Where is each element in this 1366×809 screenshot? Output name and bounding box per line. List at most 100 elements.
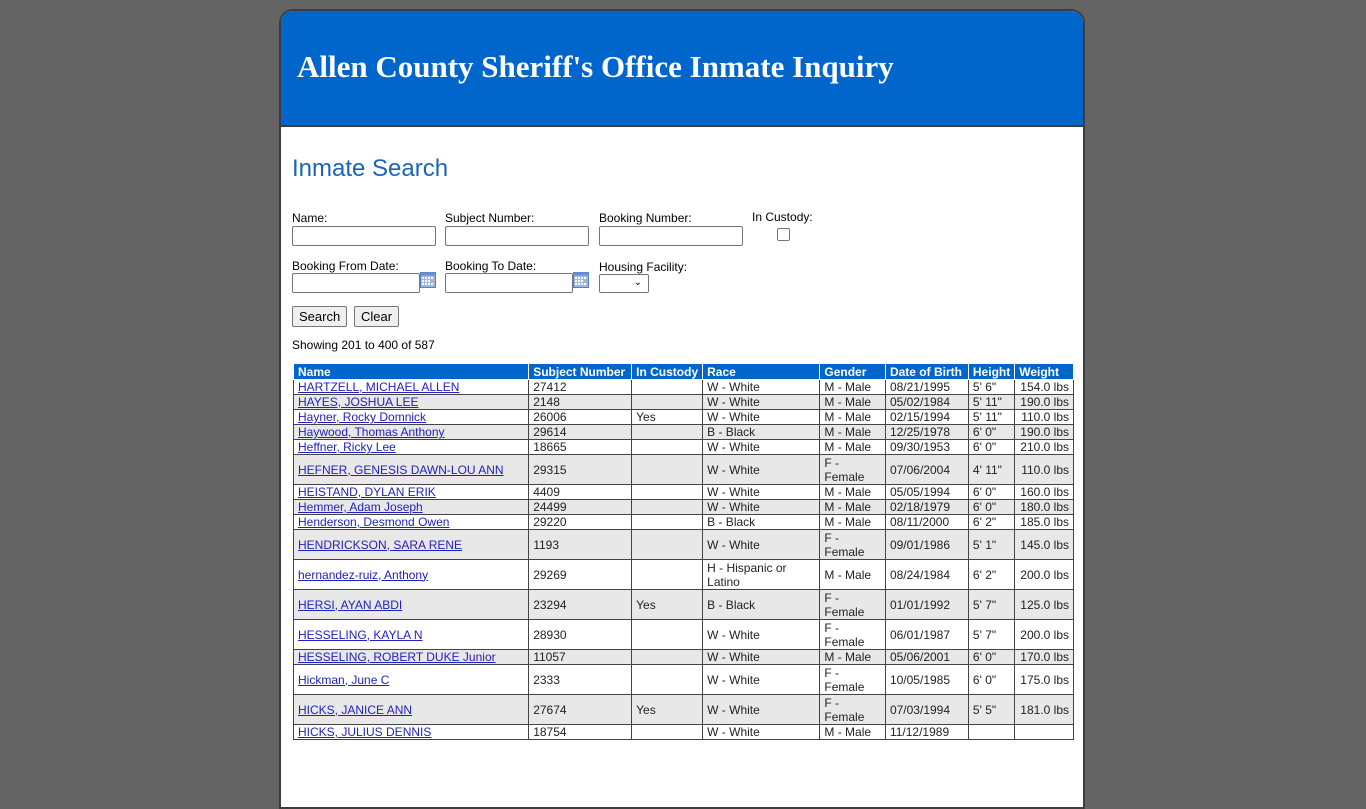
inmate-name-link[interactable]: HERSI, AYAN ABDI [298, 598, 402, 612]
table-row: HARTZELL, MICHAEL ALLEN 27412 W - White M -… [292, 379, 1074, 395]
inmate-name-link[interactable]: HEFNER, GENESIS DAWN-LOU ANN [298, 463, 504, 477]
cell-subject: 28930 [528, 619, 633, 650]
cell-gender: M - Male [819, 484, 886, 500]
column-header-in-custody[interactable]: In Custody [631, 364, 704, 380]
cell-name: Hemmer, Adam Joseph [292, 499, 530, 515]
site-title: Allen County Sheriff's Office Inmate Inq… [297, 49, 894, 84]
cell-subject: 18754 [528, 724, 633, 740]
cell-race: W - White [702, 619, 821, 650]
table-row: Hickman, June C 2333 W - White F - Female 10… [292, 664, 1074, 695]
inmate-name-link[interactable]: Heffner, Ricky Lee [298, 440, 396, 454]
subject-number-input[interactable] [445, 226, 589, 246]
cell-name: Henderson, Desmond Owen [292, 514, 530, 530]
name-input[interactable] [292, 226, 436, 246]
cell-custody [631, 439, 704, 455]
cell-height: 6' 0" [967, 664, 1016, 695]
inmate-name-link[interactable]: HESSELING, KAYLA N [298, 628, 423, 642]
table-row: HAYES, JOSHUA LEE 2148 W - White M - Male 05… [292, 394, 1074, 410]
cell-race: W - White [702, 439, 821, 455]
cell-height: 6' 2" [967, 559, 1016, 590]
cell-custody [631, 394, 704, 410]
booking-from-date-input[interactable] [292, 273, 420, 293]
cell-custody [631, 664, 704, 695]
cell-dob: 10/05/1985 [884, 664, 969, 695]
cell-race: H - Hispanic or Latino [702, 559, 821, 590]
column-header-race[interactable]: Race [702, 364, 821, 380]
calendar-icon[interactable] [420, 272, 436, 288]
table-row: Hayner, Rocky Domnick 26006 Yes W - White M … [292, 409, 1074, 425]
cell-custody [631, 559, 704, 590]
cell-weight: 190.0 lbs [1014, 424, 1074, 440]
inmate-name-link[interactable]: HICKS, JANICE ANN [298, 703, 412, 717]
inmate-name-link[interactable]: Hemmer, Adam Joseph [298, 500, 423, 514]
cell-custody [631, 379, 704, 395]
table-row: HICKS, JANICE ANN 27674 Yes W - White F - Fe… [292, 694, 1074, 725]
inmate-name-link[interactable]: Hayner, Rocky Domnick [298, 410, 426, 424]
inmate-name-link[interactable]: HENDRICKSON, SARA RENE [298, 538, 462, 552]
in-custody-checkbox[interactable] [777, 228, 790, 241]
column-header-height[interactable]: Height [967, 364, 1016, 380]
table-row: Heffner, Ricky Lee 18665 W - White M - Male… [292, 439, 1074, 455]
cell-dob: 11/12/1989 [884, 724, 969, 740]
cell-dob: 12/25/1978 [884, 424, 969, 440]
housing-facility-select[interactable]: ⌄ [599, 274, 649, 293]
inmate-name-link[interactable]: Haywood, Thomas Anthony [298, 425, 445, 439]
cell-race: W - White [702, 379, 821, 395]
column-header-name[interactable]: Name [292, 364, 530, 380]
inmate-name-link[interactable]: Henderson, Desmond Owen [298, 515, 449, 529]
results-summary: Showing 201 to 400 of 587 [292, 338, 435, 352]
cell-weight: 125.0 lbs [1014, 589, 1074, 620]
inmate-name-link[interactable]: HEISTAND, DYLAN ERIK [298, 485, 436, 499]
cell-race: W - White [702, 664, 821, 695]
inmate-name-link[interactable]: HAYES, JOSHUA LEE [298, 395, 419, 409]
results-body: HARTZELL, MICHAEL ALLEN 27412 W - White M -… [292, 379, 1074, 740]
cell-height: 5' 6" [967, 379, 1016, 395]
calendar-icon[interactable] [573, 272, 589, 288]
table-row: hernandez-ruiz, Anthony 29269 H - Hispanic… [292, 559, 1074, 590]
inmate-name-link[interactable]: HESSELING, ROBERT DUKE Junior [298, 650, 496, 664]
cell-gender: F - Female [819, 619, 886, 650]
inmate-name-link[interactable]: Hickman, June C [298, 673, 389, 687]
cell-name: HEISTAND, DYLAN ERIK [292, 484, 530, 500]
clear-button[interactable]: Clear [354, 306, 400, 327]
cell-custody [631, 724, 704, 740]
cell-subject: 24499 [528, 499, 633, 515]
cell-height [967, 724, 1016, 740]
cell-custody: Yes [631, 589, 704, 620]
cell-name: HICKS, JANICE ANN [292, 694, 530, 725]
cell-name: HESSELING, KAYLA N [292, 619, 530, 650]
column-header-dob[interactable]: Date of Birth [884, 364, 969, 380]
booking-to-date-input[interactable] [445, 273, 573, 293]
cell-custody [631, 529, 704, 560]
cell-subject: 29614 [528, 424, 633, 440]
cell-dob: 07/06/2004 [884, 454, 969, 485]
inmate-name-link[interactable]: HICKS, JULIUS DENNIS [298, 725, 431, 739]
cell-subject: 29269 [528, 559, 633, 590]
table-row: HENDRICKSON, SARA RENE 1193 W - White F - F… [292, 529, 1074, 560]
cell-dob: 08/21/1995 [884, 379, 969, 395]
cell-race: W - White [702, 724, 821, 740]
table-row: Haywood, Thomas Anthony 29614 B - Black M -… [292, 424, 1074, 440]
results-table: Name Subject Number In Custody Race Gend… [292, 364, 1074, 740]
cell-race: W - White [702, 484, 821, 500]
cell-gender: M - Male [819, 394, 886, 410]
cell-weight: 210.0 lbs [1014, 439, 1074, 455]
cell-name: Hickman, June C [292, 664, 530, 695]
header-banner: Allen County Sheriff's Office Inmate Inq… [281, 11, 1083, 127]
column-header-subject-number[interactable]: Subject Number [528, 364, 633, 380]
table-row: HICKS, JULIUS DENNIS 18754 W - White M - Ma… [292, 724, 1074, 740]
cell-dob: 09/01/1986 [884, 529, 969, 560]
booking-from-date-label: Booking From Date: [292, 259, 399, 273]
cell-dob: 02/15/1994 [884, 409, 969, 425]
column-header-weight[interactable]: Weight [1014, 364, 1074, 380]
search-button[interactable]: Search [292, 306, 348, 327]
inmate-name-link[interactable]: HARTZELL, MICHAEL ALLEN [298, 380, 459, 394]
column-header-gender[interactable]: Gender [819, 364, 886, 380]
inmate-name-link[interactable]: hernandez-ruiz, Anthony [298, 568, 428, 582]
cell-weight: 200.0 lbs [1014, 559, 1074, 590]
booking-number-input[interactable] [599, 226, 743, 246]
cell-weight: 160.0 lbs [1014, 484, 1074, 500]
cell-subject: 23294 [528, 589, 633, 620]
cell-subject: 1193 [528, 529, 633, 560]
cell-subject: 2333 [528, 664, 633, 695]
